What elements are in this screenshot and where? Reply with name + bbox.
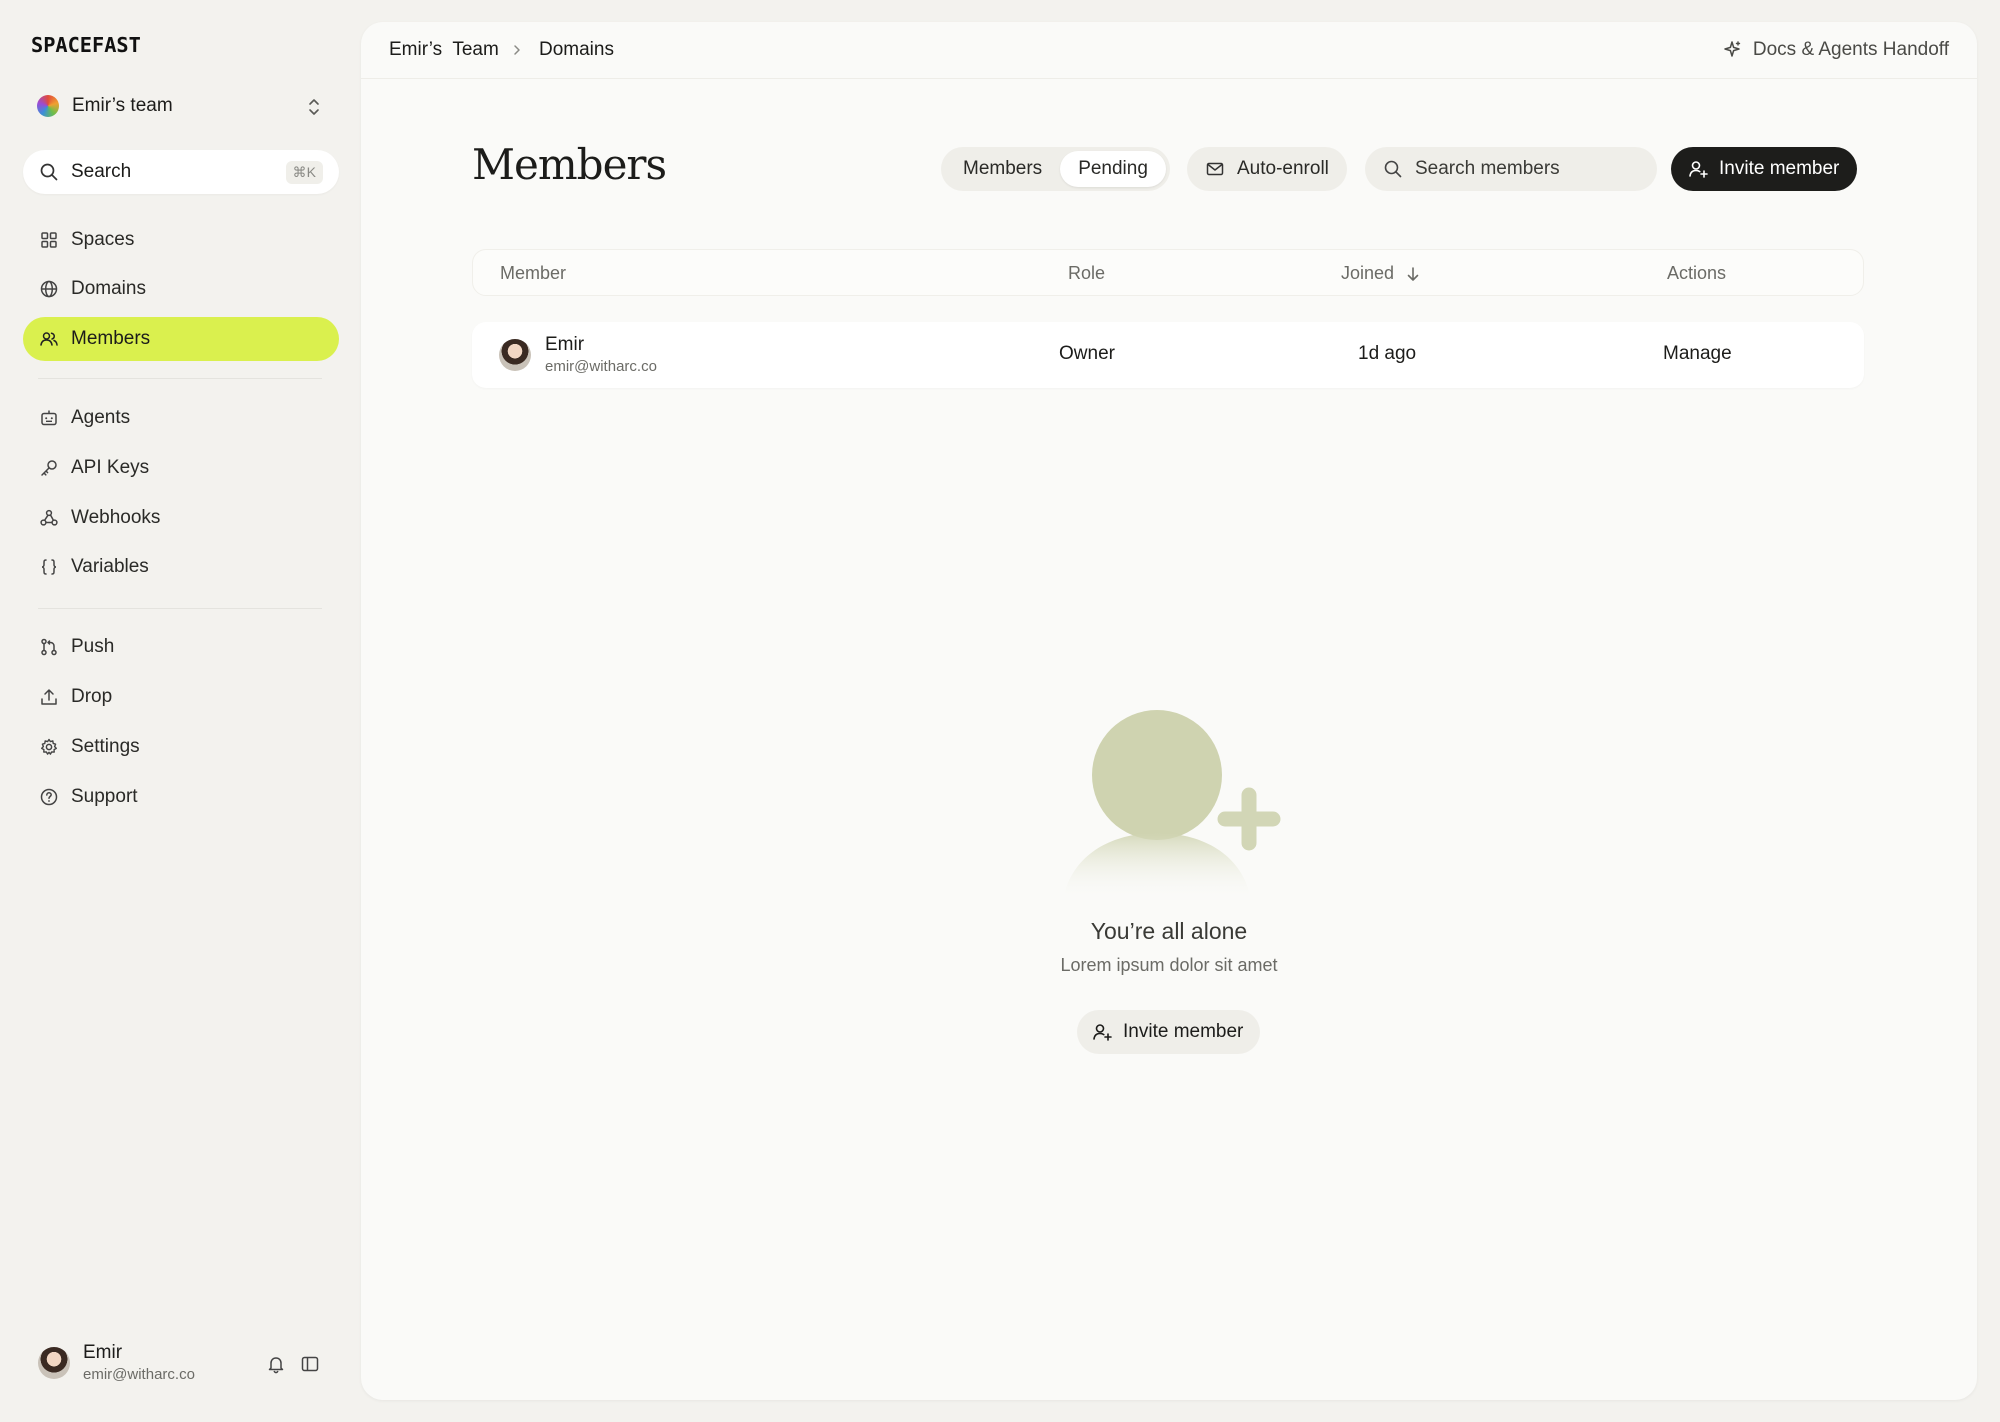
sidebar-item-label: Settings [71, 736, 140, 757]
tab-pending[interactable]: Pending [1060, 151, 1166, 187]
column-joined-label: Joined [1341, 263, 1395, 283]
docs-handoff-label: Docs & Agents Handoff [1752, 39, 1949, 60]
sidebar-item-members[interactable]: Members [23, 317, 339, 361]
sidebar: SPACEFAST Emir’s team Search ⌘K Spaces D… [0, 0, 361, 1422]
sidebar-item-push[interactable]: Push [23, 625, 339, 669]
user-name: Emir [83, 1342, 123, 1363]
sidebar-item-domains[interactable]: Domains [23, 267, 339, 311]
auto-enroll-button[interactable]: Auto-enroll [1187, 147, 1347, 191]
gear-icon [41, 738, 57, 755]
sidebar-item-label: Agents [71, 407, 131, 428]
sidebar-divider [38, 608, 322, 609]
user-plus-icon [1689, 161, 1708, 178]
sidebar-item-variables[interactable]: Variables [23, 545, 339, 589]
sidebar-item-label: Variables [71, 556, 149, 577]
team-name: Emir’s team [72, 95, 173, 116]
invite-member-button[interactable]: Invite member [1671, 147, 1858, 191]
docs-handoff-link[interactable]: Docs & Agents Handoff [1721, 39, 1949, 61]
user-email: emir@witharc.co [83, 1366, 195, 1383]
empty-invite-member-button[interactable]: Invite member [1077, 1010, 1261, 1054]
search-icon [40, 163, 58, 181]
sidebar-item-label: Spaces [71, 229, 135, 250]
breadcrumb-current[interactable]: Domains [539, 39, 614, 61]
help-circle-icon [40, 788, 58, 806]
sidebar-item-spaces[interactable]: Spaces [23, 218, 339, 262]
empty-state-title: You’re all alone [1090, 918, 1248, 944]
robot-icon [41, 410, 57, 426]
topbar: Emir’s Team Domains Docs & Agents Handof… [361, 22, 1977, 79]
column-role: Role [1068, 263, 1106, 283]
tab-members[interactable]: Members [945, 151, 1060, 187]
search-shortcut-badge: ⌘K [285, 161, 323, 184]
chevron-up-down-icon [309, 99, 319, 115]
sidebar-toggle-icon[interactable] [300, 1354, 320, 1374]
braces-icon [41, 559, 57, 575]
auto-enroll-label: Auto-enroll [1237, 158, 1329, 179]
sidebar-item-settings[interactable]: Settings [23, 725, 339, 769]
git-branch-icon [41, 638, 57, 656]
sidebar-item-drop[interactable]: Drop [23, 675, 339, 719]
bell-icon[interactable] [266, 1354, 286, 1374]
empty-state-subtitle: Lorem ipsum dolor sit amet [1060, 955, 1278, 975]
arrow-down-icon [1407, 266, 1419, 281]
user-plus-icon [1093, 1024, 1112, 1041]
sidebar-search[interactable]: Search ⌘K [23, 150, 339, 194]
chevron-right-icon [514, 45, 520, 55]
sidebar-item-label: Members [71, 328, 151, 349]
sidebar-item-label: Drop [71, 686, 113, 707]
sparkle-icon [1724, 41, 1741, 57]
sidebar-item-label: Support [71, 786, 138, 807]
column-member: Member [500, 263, 567, 283]
main-panel: Emir’s Team Domains Docs & Agents Handof… [361, 22, 1977, 1400]
column-actions: Actions [1667, 263, 1727, 283]
team-switcher[interactable]: Emir’s team [23, 86, 339, 126]
sidebar-item-label: Push [71, 636, 115, 657]
avatar [38, 1347, 70, 1379]
globe-icon [40, 280, 58, 298]
search-members-input[interactable]: Search members [1365, 147, 1657, 191]
team-avatar [37, 95, 59, 117]
sidebar-item-label: Domains [71, 278, 146, 299]
sidebar-item-webhooks[interactable]: Webhooks [23, 496, 339, 540]
sidebar-item-support[interactable]: Support [23, 775, 339, 819]
grid-icon [41, 232, 57, 248]
sidebar-divider [38, 378, 322, 379]
table-row: Emir emir@witharc.co Owner 1d ago Manage [472, 322, 1864, 388]
search-label: Search [71, 161, 132, 182]
mail-icon [1206, 162, 1224, 176]
key-icon [41, 460, 57, 476]
member-email: emir@witharc.co [545, 358, 657, 375]
upload-icon [41, 689, 57, 705]
empty-invite-label: Invite member [1123, 1021, 1244, 1042]
breadcrumb-team[interactable]: Emir’s Team [389, 39, 499, 61]
search-icon [1384, 160, 1402, 178]
column-joined[interactable]: Joined [1341, 263, 1422, 284]
spacefast-logo[interactable]: SPACEFAST [31, 33, 187, 57]
avatar [499, 339, 531, 371]
current-user[interactable]: Emir emir@witharc.co [38, 1342, 338, 1388]
search-members-placeholder: Search members [1415, 158, 1560, 179]
members-table-header: Member Role Joined Actions [472, 249, 1864, 296]
users-icon [40, 332, 58, 346]
sidebar-item-agents[interactable]: Agents [23, 396, 339, 440]
sidebar-item-api-keys[interactable]: API Keys [23, 446, 339, 490]
invite-member-label: Invite member [1719, 158, 1840, 179]
manage-member-link[interactable]: Manage [1663, 343, 1732, 365]
page-title: Members [472, 140, 667, 189]
webhook-icon [40, 509, 58, 526]
members-tab-switcher: Members Pending [941, 147, 1170, 191]
sidebar-item-label: Webhooks [71, 507, 161, 528]
empty-state-illustration [1063, 710, 1281, 900]
member-name: Emir [545, 334, 585, 355]
member-role: Owner [1059, 343, 1115, 364]
svg-text:SPACEFAST: SPACEFAST [31, 33, 141, 57]
member-joined: 1d ago [1358, 343, 1417, 364]
sidebar-item-label: API Keys [71, 457, 150, 478]
